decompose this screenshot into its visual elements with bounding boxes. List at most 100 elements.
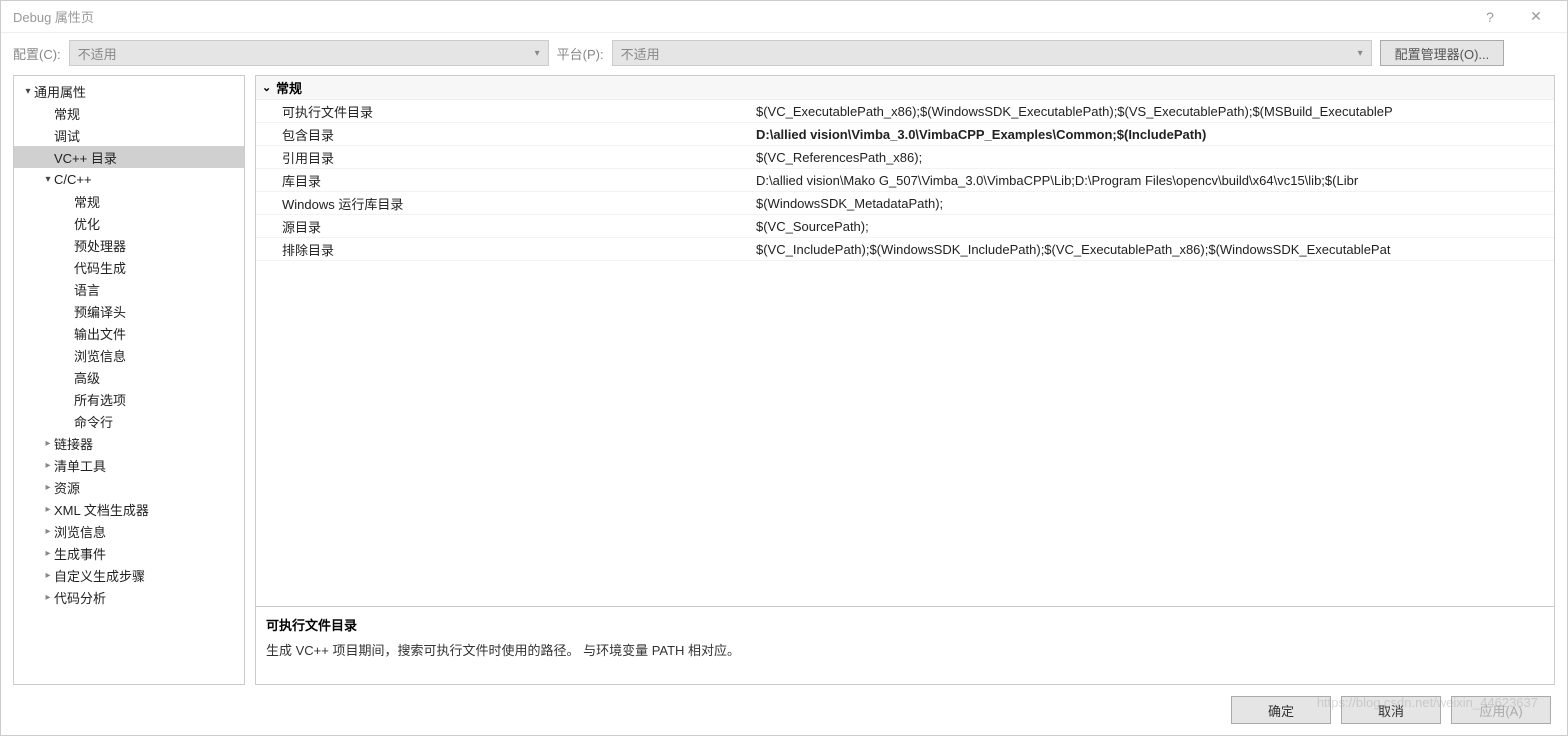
tree-node-label: 代码生成 [74,258,126,277]
chevron-right-icon[interactable] [42,592,54,603]
tree-node[interactable]: 资源 [14,476,244,498]
description-title: 可执行文件目录 [266,615,1544,634]
tree-node[interactable]: 优化 [14,212,244,234]
tree-node-label: 浏览信息 [54,522,106,541]
chevron-down-icon: ▾ [1358,48,1363,59]
property-value[interactable]: $(VC_IncludePath);$(WindowsSDK_IncludePa… [756,242,1554,257]
tree-node-label: 所有选项 [74,390,126,409]
platform-label: 平台(P): [557,44,604,63]
tree-node-label: C/C++ [54,172,92,187]
dialog-footer: 确定 取消 应用(A) [1,685,1567,735]
tree-node-label: 浏览信息 [74,346,126,365]
property-value[interactable]: $(WindowsSDK_MetadataPath); [756,196,1554,211]
tree-node-label: 调试 [54,126,80,145]
platform-combo[interactable]: 不适用 ▾ [612,40,1372,66]
group-title: 常规 [276,78,302,97]
tree-node[interactable]: 命令行 [14,410,244,432]
property-value[interactable]: D:\allied vision\Vimba_3.0\VimbaCPP_Exam… [756,127,1554,142]
property-row[interactable]: 包含目录D:\allied vision\Vimba_3.0\VimbaCPP_… [256,123,1554,146]
tree-node[interactable]: 代码分析 [14,586,244,608]
tree-node-label: 常规 [74,192,100,211]
tree-node[interactable]: 浏览信息 [14,344,244,366]
tree-node-label: 优化 [74,214,100,233]
property-row[interactable]: 可执行文件目录$(VC_ExecutablePath_x86);$(Window… [256,100,1554,123]
tree-node-label: 常规 [54,104,80,123]
chevron-down-icon[interactable] [22,86,34,97]
chevron-down-icon: ▾ [535,48,540,59]
tree-node-label: 代码分析 [54,588,106,607]
chevron-right-icon[interactable] [42,570,54,581]
property-label: 可执行文件目录 [256,102,756,121]
property-row[interactable]: 源目录$(VC_SourcePath); [256,215,1554,238]
tree-node[interactable]: 代码生成 [14,256,244,278]
property-value[interactable]: $(VC_ExecutablePath_x86);$(WindowsSDK_Ex… [756,104,1554,119]
tree-node[interactable]: XML 文档生成器 [14,498,244,520]
tree-node-label: 生成事件 [54,544,106,563]
tree-node[interactable]: C/C++ [14,168,244,190]
chevron-right-icon[interactable] [42,438,54,449]
property-value[interactable]: D:\allied vision\Mako G_507\Vimba_3.0\Vi… [756,173,1554,188]
ok-button[interactable]: 确定 [1231,696,1331,724]
tree-node[interactable]: 语言 [14,278,244,300]
chevron-down-icon: ⌄ [262,81,276,94]
property-row[interactable]: 排除目录$(VC_IncludePath);$(WindowsSDK_Inclu… [256,238,1554,261]
property-tree[interactable]: 通用属性常规调试VC++ 目录C/C++常规优化预处理器代码生成语言预编译头输出… [13,75,245,685]
property-label: 包含目录 [256,125,756,144]
tree-node-label: 高级 [74,368,100,387]
property-row[interactable]: 库目录D:\allied vision\Mako G_507\Vimba_3.0… [256,169,1554,192]
tree-node[interactable]: 预编译头 [14,300,244,322]
chevron-right-icon[interactable] [42,482,54,493]
cancel-button[interactable]: 取消 [1341,696,1441,724]
tree-node[interactable]: 所有选项 [14,388,244,410]
chevron-down-icon[interactable] [42,174,54,185]
tree-node[interactable]: 生成事件 [14,542,244,564]
chevron-right-icon[interactable] [42,548,54,559]
tree-node-label: VC++ 目录 [54,148,117,167]
tree-node-label: 预处理器 [74,236,126,255]
platform-value: 不适用 [621,44,660,63]
tree-node-label: 输出文件 [74,324,126,343]
help-icon[interactable]: ? [1467,9,1513,25]
tree-node-label: XML 文档生成器 [54,500,149,519]
chevron-right-icon[interactable] [42,504,54,515]
tree-node[interactable]: VC++ 目录 [14,146,244,168]
property-value[interactable]: $(VC_ReferencesPath_x86); [756,150,1554,165]
chevron-right-icon[interactable] [42,526,54,537]
apply-button[interactable]: 应用(A) [1451,696,1551,724]
property-row[interactable]: Windows 运行库目录$(WindowsSDK_MetadataPath); [256,192,1554,215]
tree-node[interactable]: 浏览信息 [14,520,244,542]
tree-node[interactable]: 预处理器 [14,234,244,256]
description-text: 生成 VC++ 项目期间，搜索可执行文件时使用的路径。 与环境变量 PATH 相… [266,640,1544,659]
tree-node-label: 命令行 [74,412,113,431]
property-label: 引用目录 [256,148,756,167]
description-panel: 可执行文件目录 生成 VC++ 项目期间，搜索可执行文件时使用的路径。 与环境变… [256,606,1554,684]
tree-node-label: 语言 [74,280,100,299]
config-manager-button[interactable]: 配置管理器(O)... [1380,40,1505,66]
tree-node[interactable]: 输出文件 [14,322,244,344]
tree-node[interactable]: 常规 [14,190,244,212]
tree-node[interactable]: 常规 [14,102,244,124]
property-label: 排除目录 [256,240,756,259]
tree-node[interactable]: 链接器 [14,432,244,454]
property-label: 源目录 [256,217,756,236]
config-label: 配置(C): [13,44,61,63]
tree-node[interactable]: 调试 [14,124,244,146]
property-value[interactable]: $(VC_SourcePath); [756,219,1554,234]
toolbar: 配置(C): 不适用 ▾ 平台(P): 不适用 ▾ 配置管理器(O)... [1,33,1567,73]
config-combo[interactable]: 不适用 ▾ [69,40,549,66]
tree-node[interactable]: 通用属性 [14,80,244,102]
tree-node[interactable]: 清单工具 [14,454,244,476]
property-row[interactable]: 引用目录$(VC_ReferencesPath_x86); [256,146,1554,169]
chevron-right-icon[interactable] [42,460,54,471]
group-header[interactable]: ⌄ 常规 [256,76,1554,100]
tree-node-label: 预编译头 [74,302,126,321]
tree-node[interactable]: 自定义生成步骤 [14,564,244,586]
close-icon[interactable]: ✕ [1513,8,1559,25]
tree-node[interactable]: 高级 [14,366,244,388]
config-value: 不适用 [78,44,117,63]
tree-node-label: 自定义生成步骤 [54,566,145,585]
tree-node-label: 链接器 [54,434,93,453]
property-label: Windows 运行库目录 [256,194,756,213]
property-panel: ⌄ 常规 可执行文件目录$(VC_ExecutablePath_x86);$(W… [255,75,1555,685]
title-bar: Debug 属性页 ? ✕ [1,1,1567,33]
